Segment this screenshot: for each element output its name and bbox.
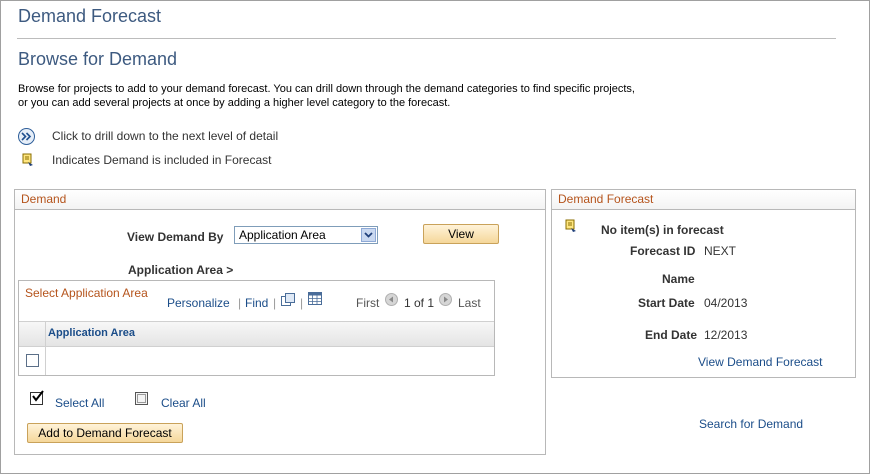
column-header-application-area[interactable]: Application Area [48,327,135,339]
view-demand-by-label: View Demand By [127,230,224,244]
demand-group-header: Demand [15,190,545,210]
new-window-icon[interactable] [281,293,295,309]
view-button[interactable]: View [423,224,499,244]
start-date-value: 04/2013 [704,296,748,310]
drill-down-icon [18,127,35,145]
row-select-checkbox[interactable] [26,354,39,367]
legend-drill: Click to drill down to the next level of… [18,127,278,145]
view-demand-by-value: Application Area [239,228,326,242]
nav-separator: | [300,296,304,310]
forecast-status: No item(s) in forecast [601,223,724,237]
grid-column-header: Application Area [19,321,494,347]
legend-drill-text: Click to drill down to the next level of… [52,129,279,143]
row-select-cell [19,347,46,375]
find-link[interactable]: Find [245,296,268,310]
first-label: First [356,296,380,310]
clear-all-link[interactable]: Clear All [161,396,206,410]
clear-all-checkbox[interactable] [135,392,148,405]
demand-forecast-group-header: Demand Forecast [552,190,855,210]
nav-separator: | [273,296,277,310]
forecast-name-label: Name [662,272,695,286]
grid-title: Select Application Area [25,286,148,300]
select-all-link[interactable]: Select All [55,396,104,410]
chevron-down-icon[interactable] [361,228,376,242]
legend-included: Indicates Demand is included in Forecast [18,151,271,169]
forecast-id-label: Forecast ID [630,244,696,258]
forecast-id-value: NEXT [704,244,737,258]
nav-separator: | [238,296,242,310]
intro-line-2: or you can add several projects at once … [18,97,451,109]
spreadsheet-icon[interactable] [308,292,322,308]
last-label: Last [458,296,481,310]
title-divider [17,38,836,39]
add-to-demand-forecast-button[interactable]: Add to Demand Forecast [27,423,183,443]
end-date-value: 12/2013 [704,328,748,342]
application-area-grid: Select Application Area Personalize | Fi… [18,280,495,376]
included-in-forecast-icon [22,153,34,167]
table-row [19,347,494,375]
start-date-label: Start Date [638,296,695,310]
select-all-checkbox[interactable] [30,390,44,405]
view-demand-forecast-link[interactable]: View Demand Forecast [698,355,823,369]
intro-line-1: Browse for projects to add to your deman… [18,83,635,95]
breadcrumb: Application Area > [128,263,234,277]
page-subtitle: Browse for Demand [18,49,178,69]
page-range: 1 of 1 [404,296,435,310]
next-arrow-icon [439,293,452,306]
included-in-forecast-icon [565,219,577,236]
legend-included-text: Indicates Demand is included in Forecast [52,153,272,167]
end-date-label: End Date [645,328,698,342]
page-title: Demand Forecast [18,6,162,26]
personalize-link[interactable]: Personalize [167,296,230,310]
select-column-header [19,322,46,346]
demand-forecast-group: Demand Forecast [551,189,856,378]
view-demand-by-select[interactable]: Application Area [234,226,378,244]
previous-arrow-icon [385,293,398,306]
search-for-demand-link[interactable]: Search for Demand [699,417,803,431]
grid-navigation-bar: Select Application Area Personalize | Fi… [19,281,494,321]
intro-text: Browse for projects to add to your deman… [18,82,658,110]
